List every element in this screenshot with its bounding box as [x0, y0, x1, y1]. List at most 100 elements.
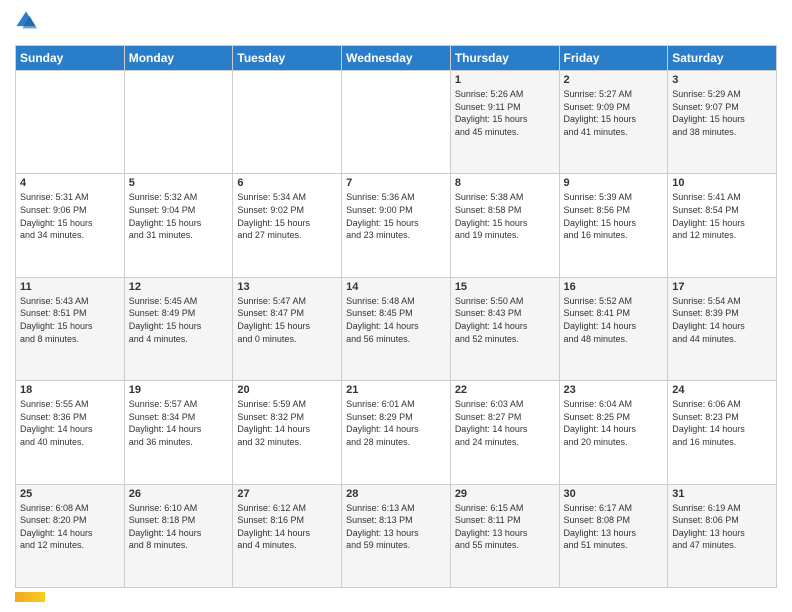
day-info: Sunrise: 6:04 AM Sunset: 8:25 PM Dayligh… — [564, 398, 664, 448]
day-info: Sunrise: 5:48 AM Sunset: 8:45 PM Dayligh… — [346, 295, 446, 345]
footer — [15, 592, 777, 602]
day-info: Sunrise: 6:08 AM Sunset: 8:20 PM Dayligh… — [20, 502, 120, 552]
calendar-week-row: 18Sunrise: 5:55 AM Sunset: 8:36 PM Dayli… — [16, 381, 777, 484]
day-info: Sunrise: 5:27 AM Sunset: 9:09 PM Dayligh… — [564, 88, 664, 138]
day-info: Sunrise: 5:36 AM Sunset: 9:00 PM Dayligh… — [346, 191, 446, 241]
day-info: Sunrise: 5:39 AM Sunset: 8:56 PM Dayligh… — [564, 191, 664, 241]
calendar-cell: 8 Sunrise: 5:38 AM Sunset: 8:58 PM Daylig… — [450, 174, 559, 277]
calendar-cell: 25 Sunrise: 6:08 AM Sunset: 8:20 PM Dayli… — [16, 484, 125, 587]
calendar-cell: 9 Sunrise: 5:39 AM Sunset: 8:56 PM Daylig… — [559, 174, 668, 277]
day-info: Sunrise: 5:31 AM Sunset: 9:06 PM Dayligh… — [20, 191, 120, 241]
calendar-cell: 31 Sunrise: 6:19 AM Sunset: 8:06 PM Dayli… — [668, 484, 777, 587]
calendar-cell — [16, 71, 125, 174]
day-number: 22 — [455, 384, 555, 396]
calendar-cell: 20 Sunrise: 5:59 AM Sunset: 8:32 PM Dayli… — [233, 381, 342, 484]
day-info: Sunrise: 5:41 AM Sunset: 8:54 PM Dayligh… — [672, 191, 772, 241]
calendar-cell: 6Sunrise: 5:34 AM Sunset: 9:02 PM Daylig… — [233, 174, 342, 277]
calendar-cell: 7 Sunrise: 5:36 AM Sunset: 9:00 PM Daylig… — [342, 174, 451, 277]
calendar-cell: 10 Sunrise: 5:41 AM Sunset: 8:54 PM Dayli… — [668, 174, 777, 277]
calendar-cell — [124, 71, 233, 174]
day-number: 11 — [20, 281, 120, 293]
calendar-cell: 27 Sunrise: 6:12 AM Sunset: 8:16 PM Dayli… — [233, 484, 342, 587]
calendar-week-row: 1Sunrise: 5:26 AM Sunset: 9:11 PM Daylig… — [16, 71, 777, 174]
day-number: 13 — [237, 281, 337, 293]
day-number: 26 — [129, 488, 229, 500]
day-number: 23 — [564, 384, 664, 396]
day-info: Sunrise: 6:19 AM Sunset: 8:06 PM Dayligh… — [672, 502, 772, 552]
logo — [15, 10, 39, 37]
day-number: 1 — [455, 74, 555, 86]
calendar-week-row: 25 Sunrise: 6:08 AM Sunset: 8:20 PM Dayli… — [16, 484, 777, 587]
day-number: 14 — [346, 281, 446, 293]
calendar-day-header: Monday — [124, 46, 233, 71]
day-number: 3 — [672, 74, 772, 86]
calendar-cell: 13 Sunrise: 5:47 AM Sunset: 8:47 PM Dayli… — [233, 277, 342, 380]
day-info: Sunrise: 5:47 AM Sunset: 8:47 PM Dayligh… — [237, 295, 337, 345]
day-number: 21 — [346, 384, 446, 396]
day-info: Sunrise: 5:57 AM Sunset: 8:34 PM Dayligh… — [129, 398, 229, 448]
day-info: Sunrise: 6:03 AM Sunset: 8:27 PM Dayligh… — [455, 398, 555, 448]
calendar-cell: 18Sunrise: 5:55 AM Sunset: 8:36 PM Dayli… — [16, 381, 125, 484]
day-number: 5 — [129, 177, 229, 189]
day-number: 20 — [237, 384, 337, 396]
day-info: Sunrise: 6:06 AM Sunset: 8:23 PM Dayligh… — [672, 398, 772, 448]
calendar-week-row: 11 Sunrise: 5:43 AM Sunset: 8:51 PM Dayli… — [16, 277, 777, 380]
day-number: 7 — [346, 177, 446, 189]
day-number: 19 — [129, 384, 229, 396]
calendar-cell: 12 Sunrise: 5:45 AM Sunset: 8:49 PM Dayli… — [124, 277, 233, 380]
calendar-header-row: SundayMondayTuesdayWednesdayThursdayFrid… — [16, 46, 777, 71]
day-number: 9 — [564, 177, 664, 189]
day-info: Sunrise: 5:50 AM Sunset: 8:43 PM Dayligh… — [455, 295, 555, 345]
calendar-cell: 24 Sunrise: 6:06 AM Sunset: 8:23 PM Dayli… — [668, 381, 777, 484]
calendar-day-header: Tuesday — [233, 46, 342, 71]
calendar-cell: 4 Sunrise: 5:31 AM Sunset: 9:06 PM Daylig… — [16, 174, 125, 277]
calendar-cell: 16Sunrise: 5:52 AM Sunset: 8:41 PM Dayli… — [559, 277, 668, 380]
calendar-cell: 22 Sunrise: 6:03 AM Sunset: 8:27 PM Dayli… — [450, 381, 559, 484]
calendar-cell: 21 Sunrise: 6:01 AM Sunset: 8:29 PM Dayli… — [342, 381, 451, 484]
calendar-cell: 1Sunrise: 5:26 AM Sunset: 9:11 PM Daylig… — [450, 71, 559, 174]
day-info: Sunrise: 5:43 AM Sunset: 8:51 PM Dayligh… — [20, 295, 120, 345]
day-number: 15 — [455, 281, 555, 293]
page: SundayMondayTuesdayWednesdayThursdayFrid… — [0, 0, 792, 612]
day-info: Sunrise: 6:10 AM Sunset: 8:18 PM Dayligh… — [129, 502, 229, 552]
calendar-cell: 17 Sunrise: 5:54 AM Sunset: 8:39 PM Dayli… — [668, 277, 777, 380]
day-info: Sunrise: 6:12 AM Sunset: 8:16 PM Dayligh… — [237, 502, 337, 552]
day-info: Sunrise: 5:38 AM Sunset: 8:58 PM Dayligh… — [455, 191, 555, 241]
day-number: 31 — [672, 488, 772, 500]
calendar-cell — [342, 71, 451, 174]
day-number: 25 — [20, 488, 120, 500]
day-info: Sunrise: 5:54 AM Sunset: 8:39 PM Dayligh… — [672, 295, 772, 345]
day-info: Sunrise: 5:59 AM Sunset: 8:32 PM Dayligh… — [237, 398, 337, 448]
calendar-cell: 3 Sunrise: 5:29 AM Sunset: 9:07 PM Daylig… — [668, 71, 777, 174]
day-info: Sunrise: 5:32 AM Sunset: 9:04 PM Dayligh… — [129, 191, 229, 241]
day-info: Sunrise: 6:17 AM Sunset: 8:08 PM Dayligh… — [564, 502, 664, 552]
daylight-bar-icon — [15, 592, 45, 602]
calendar-cell: 29 Sunrise: 6:15 AM Sunset: 8:11 PM Dayli… — [450, 484, 559, 587]
calendar-day-header: Thursday — [450, 46, 559, 71]
day-number: 24 — [672, 384, 772, 396]
day-info: Sunrise: 6:01 AM Sunset: 8:29 PM Dayligh… — [346, 398, 446, 448]
day-number: 4 — [20, 177, 120, 189]
calendar-day-header: Wednesday — [342, 46, 451, 71]
calendar-cell: 15 Sunrise: 5:50 AM Sunset: 8:43 PM Dayli… — [450, 277, 559, 380]
day-info: Sunrise: 6:13 AM Sunset: 8:13 PM Dayligh… — [346, 502, 446, 552]
calendar-cell — [233, 71, 342, 174]
calendar-cell: 19 Sunrise: 5:57 AM Sunset: 8:34 PM Dayli… — [124, 381, 233, 484]
day-number: 8 — [455, 177, 555, 189]
day-number: 29 — [455, 488, 555, 500]
calendar-cell: 23 Sunrise: 6:04 AM Sunset: 8:25 PM Dayli… — [559, 381, 668, 484]
day-number: 17 — [672, 281, 772, 293]
day-info: Sunrise: 5:29 AM Sunset: 9:07 PM Dayligh… — [672, 88, 772, 138]
day-number: 30 — [564, 488, 664, 500]
day-number: 12 — [129, 281, 229, 293]
calendar-cell: 2 Sunrise: 5:27 AM Sunset: 9:09 PM Daylig… — [559, 71, 668, 174]
calendar-cell: 28Sunrise: 6:13 AM Sunset: 8:13 PM Dayli… — [342, 484, 451, 587]
calendar-table: SundayMondayTuesdayWednesdayThursdayFrid… — [15, 45, 777, 588]
calendar-day-header: Saturday — [668, 46, 777, 71]
day-info: Sunrise: 5:45 AM Sunset: 8:49 PM Dayligh… — [129, 295, 229, 345]
day-number: 2 — [564, 74, 664, 86]
day-number: 6 — [237, 177, 337, 189]
day-info: Sunrise: 6:15 AM Sunset: 8:11 PM Dayligh… — [455, 502, 555, 552]
day-number: 10 — [672, 177, 772, 189]
day-number: 27 — [237, 488, 337, 500]
